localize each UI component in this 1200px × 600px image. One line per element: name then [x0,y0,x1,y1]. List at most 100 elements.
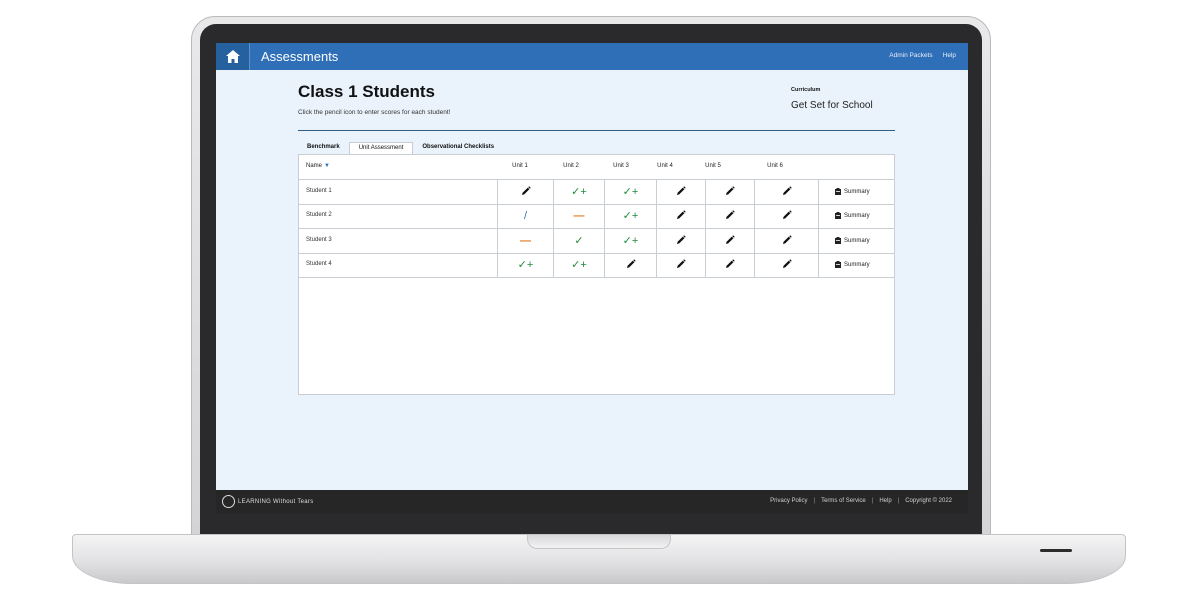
summary-label: Summary [844,261,870,268]
summary-button[interactable]: Summary [835,237,870,244]
score-cell-unit-1[interactable]: — [497,229,553,253]
score-cell-unit-1[interactable]: / [497,204,553,228]
name-header-label: Name [306,163,323,169]
unit-header-4: Unit 4 [657,163,673,169]
score-cell-unit-2[interactable]: ✓ [553,229,604,253]
help-link[interactable]: Help [943,52,956,59]
pencil-icon [782,183,792,201]
home-icon [225,50,240,63]
student-name: Student 3 [306,237,332,243]
footer: LEARNING Without Tears Privacy Policy | … [216,490,968,514]
pencil-icon [626,256,636,274]
score-cell-unit-1[interactable]: ✓+ [497,253,553,277]
page-subtitle: Click the pencil icon to enter scores fo… [298,109,451,116]
curriculum-value: Get Set for School [791,100,873,111]
top-links: Admin Packets Help [889,52,956,59]
table-header: Name ▼ Unit 1 Unit 2 Unit 3 Unit 4 Unit 5 Unit… [299,155,894,180]
laptop-notch [527,535,671,549]
app-title: Assessments [261,49,339,64]
score-cell-unit-3[interactable]: ✓+ [604,180,656,204]
table-row: Student 2 / — ✓+ Summary [299,204,894,229]
check-plus-mark: ✓+ [571,258,587,271]
score-cell-unit-4[interactable] [656,253,705,277]
score-cell-unit-2[interactable]: ✓+ [553,180,604,204]
curriculum-label: Curriculum [791,87,821,93]
score-cell-unit-2[interactable]: — [553,204,604,228]
score-cell-unit-3[interactable] [604,253,656,277]
clipboard-icon [835,261,841,268]
student-name: Student 2 [306,212,332,218]
score-cell-unit-6[interactable] [754,180,819,204]
pencil-icon [725,183,735,201]
pencil-icon [676,232,686,250]
check-plus-mark: ✓+ [622,234,639,247]
score-cell-unit-6[interactable] [754,253,819,277]
student-name: Student 4 [306,261,332,267]
logo-text: LEARNING Without Tears [238,498,314,505]
logo: LEARNING Without Tears [222,495,314,508]
pencil-icon [725,207,735,225]
score-cell-unit-3[interactable]: ✓+ [604,229,656,253]
admin-packets-link[interactable]: Admin Packets [889,52,932,59]
page-title: Class 1 Students [298,82,435,101]
table-row: Student 3 — ✓ ✓+ Summary [299,229,894,254]
laptop-slot [1040,549,1072,552]
pencil-icon [725,256,735,274]
score-cell-unit-2[interactable]: ✓+ [553,253,604,277]
pencil-icon [725,232,735,250]
sort-down-icon: ▼ [324,163,330,169]
summary-label: Summary [844,212,870,219]
dash-mark: — [573,209,585,222]
unit-header-1: Unit 1 [512,163,528,169]
check-plus-mark: ✓+ [622,209,639,222]
summary-button[interactable]: Summary [835,188,870,195]
unit-header-5: Unit 5 [705,163,721,169]
separator: | [813,498,816,504]
score-cell-unit-5[interactable] [705,253,754,277]
top-bar: Assessments Admin Packets Help [216,43,968,70]
unit-header-2: Unit 2 [563,163,579,169]
dash-mark: — [520,234,531,247]
pencil-icon [521,183,531,201]
score-cell-unit-5[interactable] [705,204,754,228]
clipboard-icon [835,237,841,244]
students-table: Name ▼ Unit 1 Unit 2 Unit 3 Unit 4 Unit 5 Unit… [298,154,895,395]
check-plus-mark: ✓+ [571,185,587,198]
unit-header-6: Unit 6 [767,163,783,169]
pencil-icon [676,183,686,201]
score-cell-unit-1[interactable] [497,180,553,204]
name-header[interactable]: Name ▼ [306,163,330,169]
separator: | [897,498,900,504]
pencil-icon [782,256,792,274]
summary-button[interactable]: Summary [835,261,870,268]
screen: Assessments Admin Packets Help Class 1 S… [216,43,968,514]
score-cell-unit-5[interactable] [705,229,754,253]
privacy-policy-link[interactable]: Privacy Policy [770,498,807,504]
score-cell-unit-5[interactable] [705,180,754,204]
score-cell-unit-3[interactable]: ✓+ [604,204,656,228]
clipboard-icon [835,212,841,219]
summary-button[interactable]: Summary [835,212,870,219]
separator: | [871,498,874,504]
terms-of-service-link[interactable]: Terms of Service [821,498,866,504]
copyright-text: Copyright © 2022 [905,498,952,504]
score-cell-unit-4[interactable] [656,180,705,204]
score-cell-unit-4[interactable] [656,204,705,228]
table-row: Student 4 ✓+ ✓+ Summary [299,253,894,278]
table-row: Student 1 ✓+ ✓+ Summary [299,180,894,205]
divider [298,130,895,131]
pencil-icon [676,207,686,225]
score-cell-unit-4[interactable] [656,229,705,253]
footer-links: Privacy Policy | Terms of Service | Help… [770,498,952,504]
check-mark: ✓ [574,234,584,247]
summary-label: Summary [844,188,870,195]
summary-label: Summary [844,237,870,244]
home-button[interactable] [216,43,250,70]
score-cell-unit-6[interactable] [754,229,819,253]
pencil-icon [782,232,792,250]
check-plus-mark: ✓+ [517,258,534,271]
pencil-icon [782,207,792,225]
slash-mark: / [523,209,528,222]
footer-help-link[interactable]: Help [879,498,891,504]
score-cell-unit-6[interactable] [754,204,819,228]
